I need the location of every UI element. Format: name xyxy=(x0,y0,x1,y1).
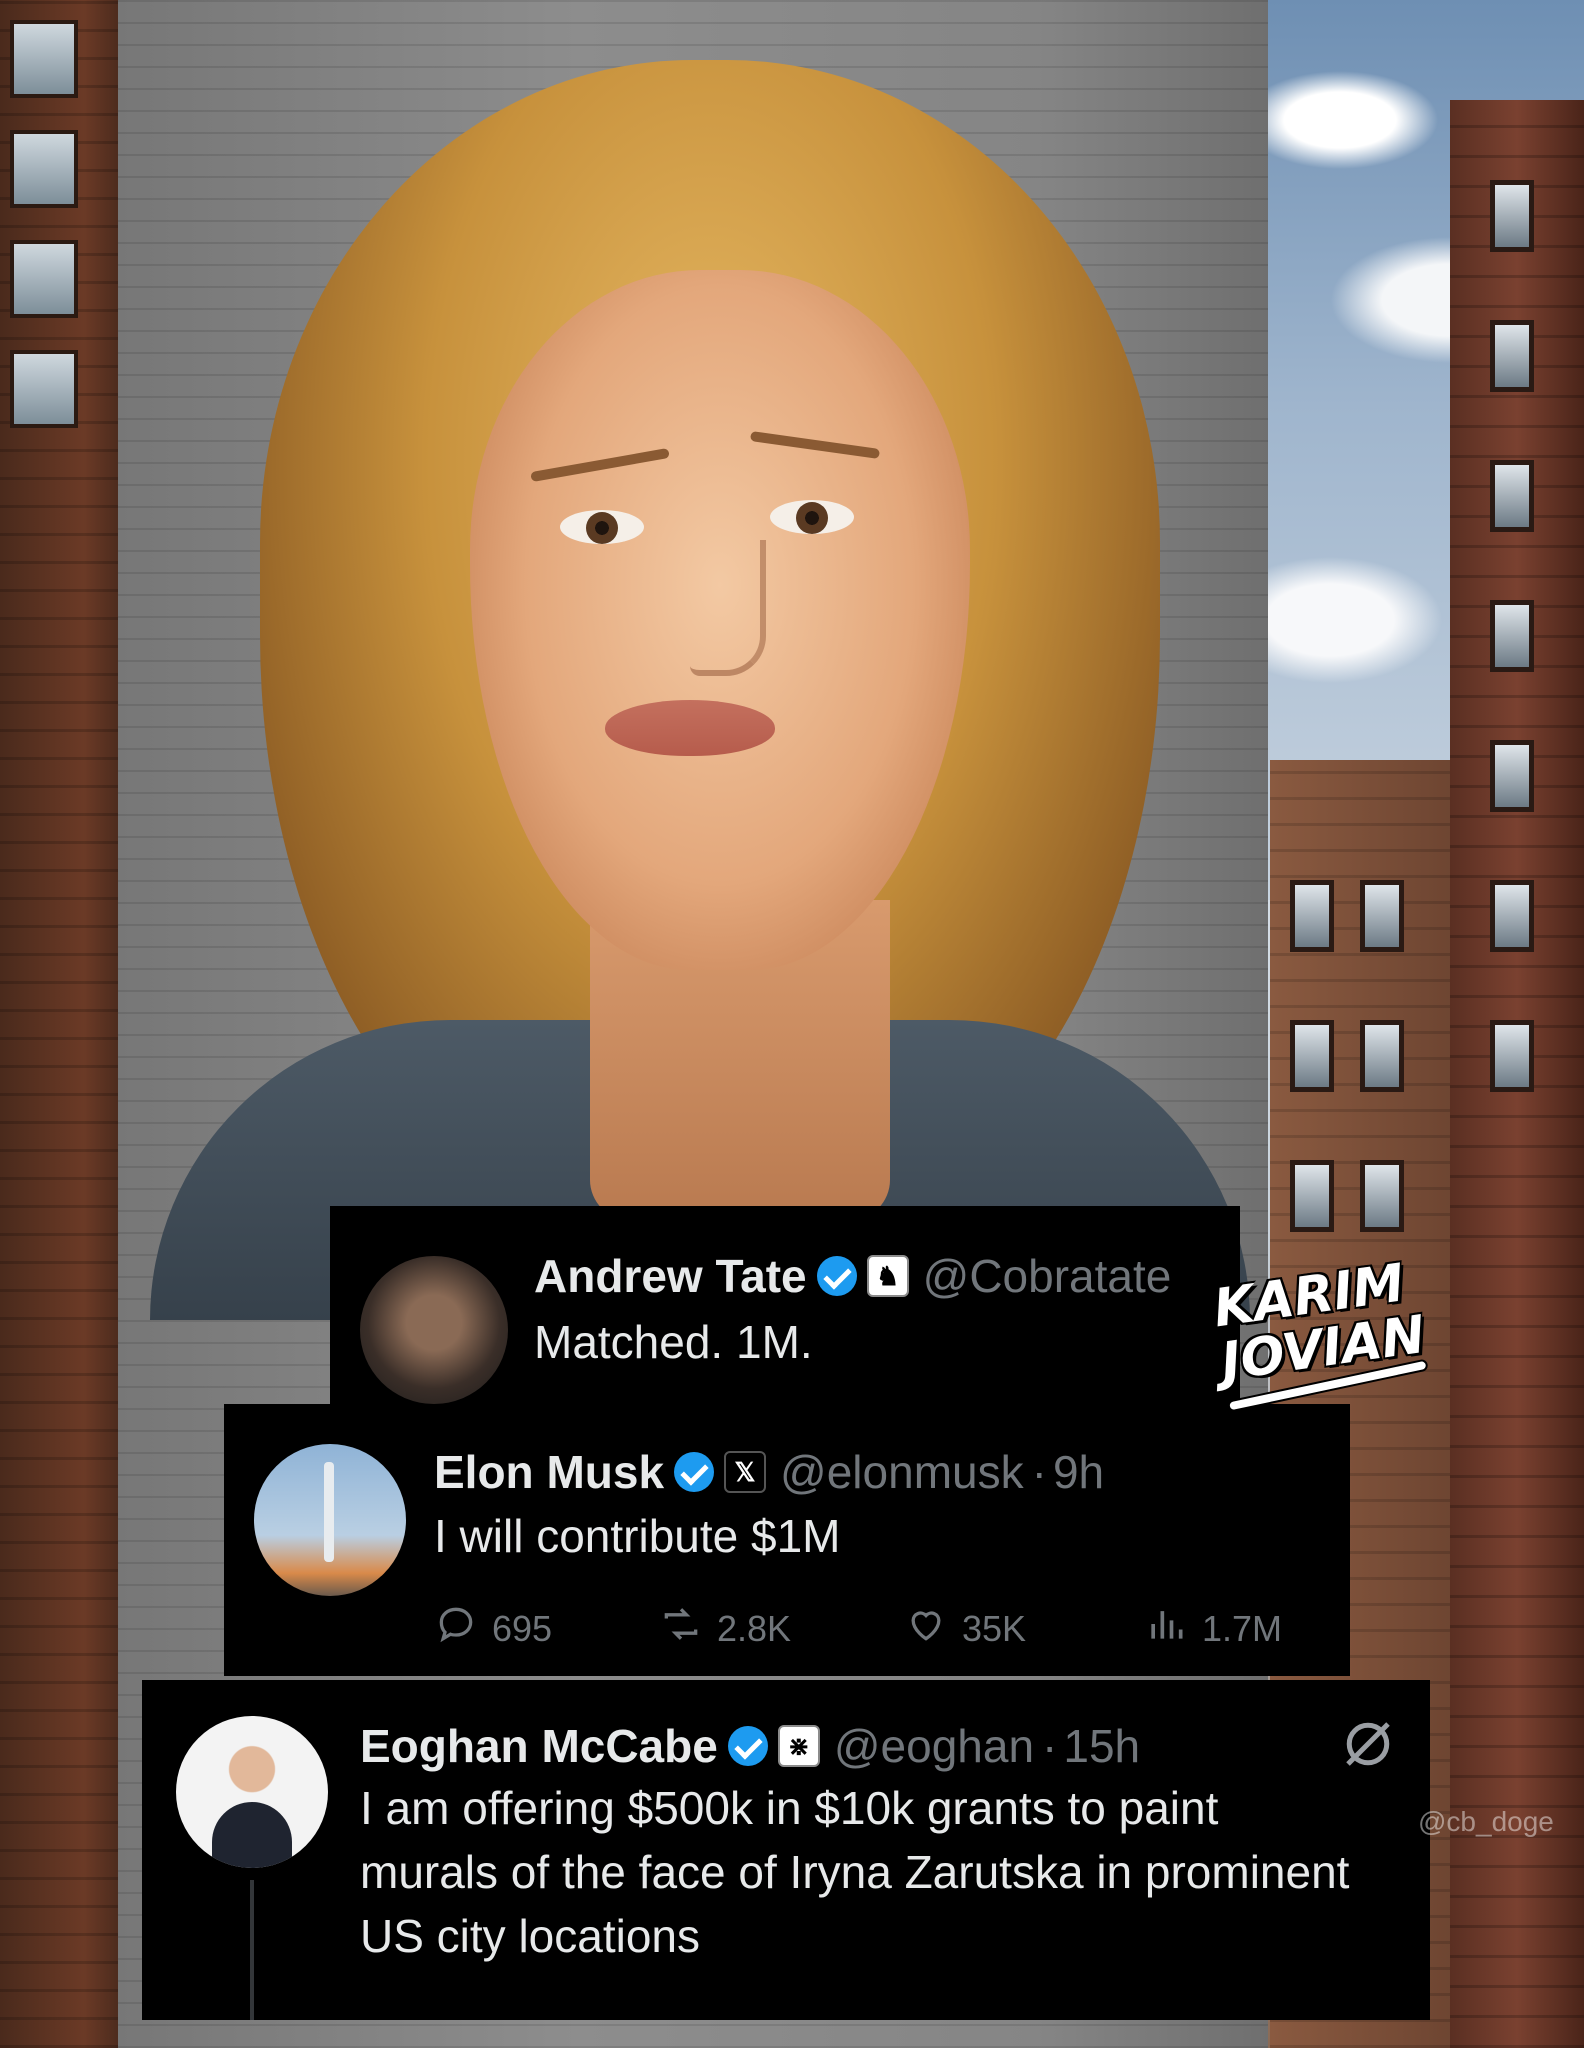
avatar-sweater xyxy=(212,1802,292,1868)
thread-line xyxy=(250,1880,254,2020)
building-window xyxy=(10,240,78,318)
credit-watermark: @cb_doge xyxy=(1418,1806,1554,1837)
avatar[interactable] xyxy=(254,1444,406,1596)
building-window xyxy=(1490,1020,1534,1092)
views-count: 1.7M xyxy=(1202,1607,1283,1649)
handle[interactable]: @Cobratate xyxy=(923,1248,1172,1304)
tweet-header: Eoghan McCabe ⋇ @eoghan · 15h xyxy=(360,1718,1140,1774)
timestamp[interactable]: 15h xyxy=(1063,1718,1140,1774)
screenshot-stage: Andrew Tate ♞ @Cobratate Matched. 1M. El… xyxy=(0,0,1584,2048)
repost-count: 2.8K xyxy=(717,1607,792,1649)
grok-icon[interactable] xyxy=(1338,1714,1398,1774)
chess-knight-icon: ♞ xyxy=(866,1255,909,1297)
building-window xyxy=(1490,600,1534,672)
mural-nose xyxy=(690,540,766,676)
intercom-logo-icon: ⋇ xyxy=(777,1725,820,1767)
tweet-header: Andrew Tate ♞ @Cobratate xyxy=(534,1248,1171,1304)
repost-icon xyxy=(659,1602,703,1655)
reply-icon xyxy=(434,1602,478,1655)
separator-dot: · xyxy=(1042,1720,1058,1772)
views-chart-icon xyxy=(1144,1602,1188,1655)
mural-mouth xyxy=(605,700,775,756)
mural-portrait xyxy=(150,40,1250,1320)
building-window xyxy=(1490,880,1534,952)
verified-badge-icon xyxy=(727,1726,768,1766)
display-name[interactable]: Andrew Tate xyxy=(534,1248,807,1304)
separator-dot: · xyxy=(1031,1446,1047,1498)
building-window xyxy=(10,130,78,208)
building-window xyxy=(10,350,78,428)
building-window xyxy=(1290,880,1334,952)
handle[interactable]: @elonmusk xyxy=(780,1444,1024,1500)
tweet-card-elon-musk[interactable]: Elon Musk 𝕏 @elonmusk · 9h I will contri… xyxy=(224,1404,1350,1676)
tweet-header: Elon Musk 𝕏 @elonmusk · 9h xyxy=(434,1444,1104,1500)
repost-button[interactable]: 2.8K xyxy=(659,1602,791,1655)
building-window xyxy=(1290,1160,1334,1232)
tweet-text: I will contribute $1M xyxy=(434,1510,841,1562)
building-window xyxy=(1360,880,1404,952)
tweet-actions: 695 2.8K 35K 1.7M xyxy=(434,1602,1314,1652)
like-button[interactable]: 35K xyxy=(904,1602,1026,1655)
mural-eye xyxy=(560,510,644,544)
building-window xyxy=(1360,1020,1404,1092)
verified-badge-icon xyxy=(816,1256,857,1296)
x-logo-icon: 𝕏 xyxy=(724,1451,767,1493)
display-name[interactable]: Eoghan McCabe xyxy=(360,1718,718,1774)
tweet-card-andrew-tate[interactable]: Andrew Tate ♞ @Cobratate Matched. 1M. xyxy=(330,1206,1240,1406)
right-building-near xyxy=(1450,100,1584,2048)
reply-count: 695 xyxy=(492,1607,553,1649)
like-count: 35K xyxy=(962,1607,1027,1649)
tweet-text: Matched. 1M. xyxy=(534,1316,813,1368)
heart-icon xyxy=(904,1602,948,1655)
verified-badge-icon xyxy=(674,1452,715,1492)
rocket-shape xyxy=(324,1462,334,1562)
building-window xyxy=(1490,180,1534,252)
building-window xyxy=(1360,1160,1404,1232)
timestamp[interactable]: 9h xyxy=(1053,1444,1104,1500)
display-name[interactable]: Elon Musk xyxy=(434,1444,664,1500)
reply-button[interactable]: 695 xyxy=(434,1602,552,1655)
avatar[interactable] xyxy=(176,1716,328,1868)
handle[interactable]: @eoghan xyxy=(834,1718,1034,1774)
tweet-card-eoghan-mccabe[interactable]: Eoghan McCabe ⋇ @eoghan · 15h I am offer… xyxy=(142,1680,1430,2020)
building-window xyxy=(1490,460,1534,532)
mural-eye xyxy=(770,500,854,534)
building-window xyxy=(1290,1020,1334,1092)
building-window xyxy=(10,20,78,98)
views-button[interactable]: 1.7M xyxy=(1144,1602,1282,1655)
avatar[interactable] xyxy=(360,1256,508,1404)
building-window xyxy=(1490,740,1534,812)
tweet-text: I am offering $500k in $10k grants to pa… xyxy=(360,1782,1350,1962)
building-window xyxy=(1490,320,1534,392)
